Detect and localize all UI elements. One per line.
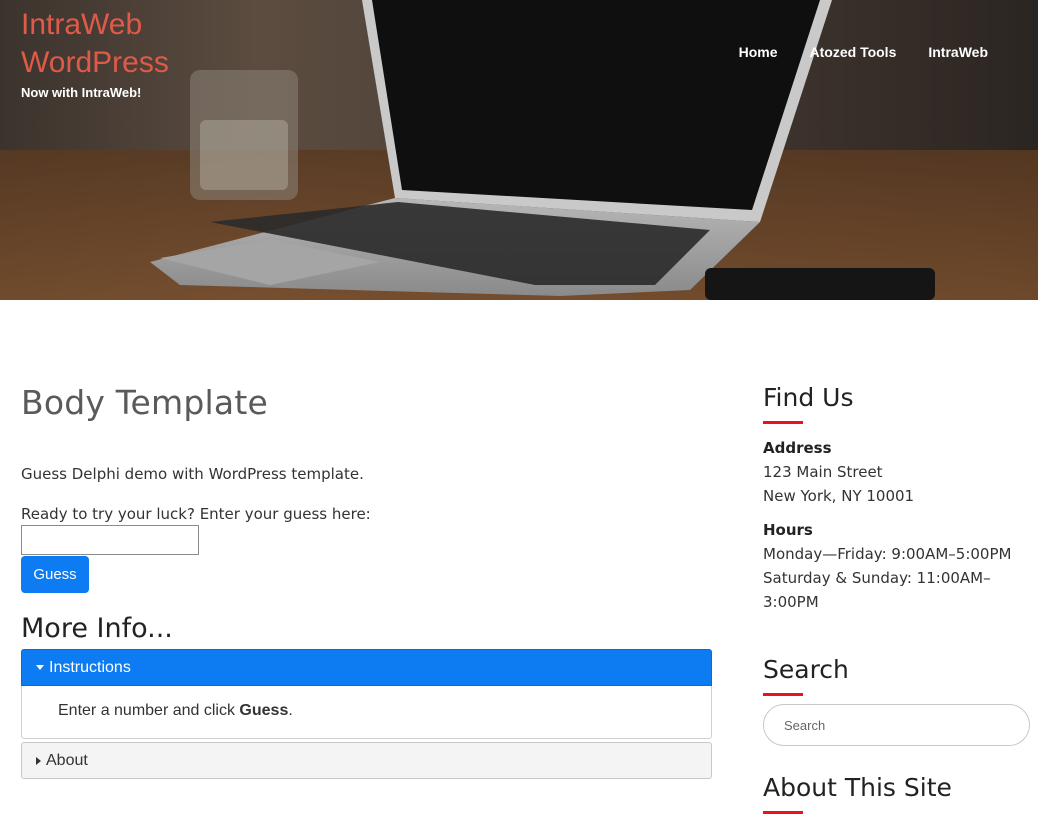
caret-down-icon [36, 665, 44, 670]
sidebar: Find Us Address 123 Main Street New York… [763, 380, 1033, 814]
widget-title-find-us: Find Us [763, 383, 854, 412]
nav-item-intraweb[interactable]: IntraWeb [928, 44, 988, 60]
hours-line-2: Saturday & Sunday: 11:00AM–3:00PM [763, 569, 991, 611]
page-title: Body Template [21, 383, 268, 422]
search-input[interactable] [763, 704, 1030, 746]
nav-item-home[interactable]: Home [739, 44, 778, 60]
widget-search: Search [763, 652, 1033, 746]
caret-right-icon [36, 756, 41, 765]
address-line-1: 123 Main Street [763, 463, 883, 481]
instructions-emphasis: Guess [239, 702, 289, 719]
nav-item-atozed-tools[interactable]: Atozed Tools [810, 44, 897, 60]
guess-prompt: Ready to try your luck? Enter your guess… [21, 505, 371, 523]
title-underline [763, 693, 803, 696]
site-tagline: Now with IntraWeb! [21, 85, 142, 100]
accordion-header-instructions[interactable]: Instructions [21, 649, 712, 686]
widget-find-us: Find Us Address 123 Main Street New York… [763, 380, 1033, 614]
guess-button[interactable]: Guess [21, 556, 89, 593]
instructions-suffix: . [288, 702, 293, 719]
accordion-header-about[interactable]: About [21, 742, 712, 779]
accordion-body-instructions: Enter a number and click Guess. [21, 686, 712, 739]
address-line-2: New York, NY 10001 [763, 487, 915, 505]
main-nav: Home Atozed Tools IntraWeb [739, 44, 988, 60]
widget-title-search: Search [763, 655, 849, 684]
widget-title-about: About This Site [763, 773, 952, 802]
title-underline [763, 421, 803, 424]
accordion: Instructions Enter a number and click Gu… [21, 649, 712, 779]
accordion-label: Instructions [49, 658, 131, 676]
widget-about: About This Site [763, 770, 1033, 814]
main-content: Body Template Guess Delphi demo with Wor… [21, 378, 712, 779]
guess-input[interactable] [21, 525, 199, 555]
intro-text: Guess Delphi demo with WordPress templat… [21, 465, 364, 483]
hero-header: IntraWeb WordPress Now with IntraWeb! Ho… [0, 0, 1038, 300]
instructions-text: Enter a number and click [58, 702, 240, 719]
site-title[interactable]: IntraWeb WordPress [21, 6, 221, 82]
hours-line-1: Monday—Friday: 9:00AM–5:00PM [763, 545, 1012, 563]
address-label: Address [763, 439, 832, 457]
accordion-label: About [46, 751, 88, 769]
hours-label: Hours [763, 521, 813, 539]
more-info-heading: More Info... [21, 613, 173, 644]
